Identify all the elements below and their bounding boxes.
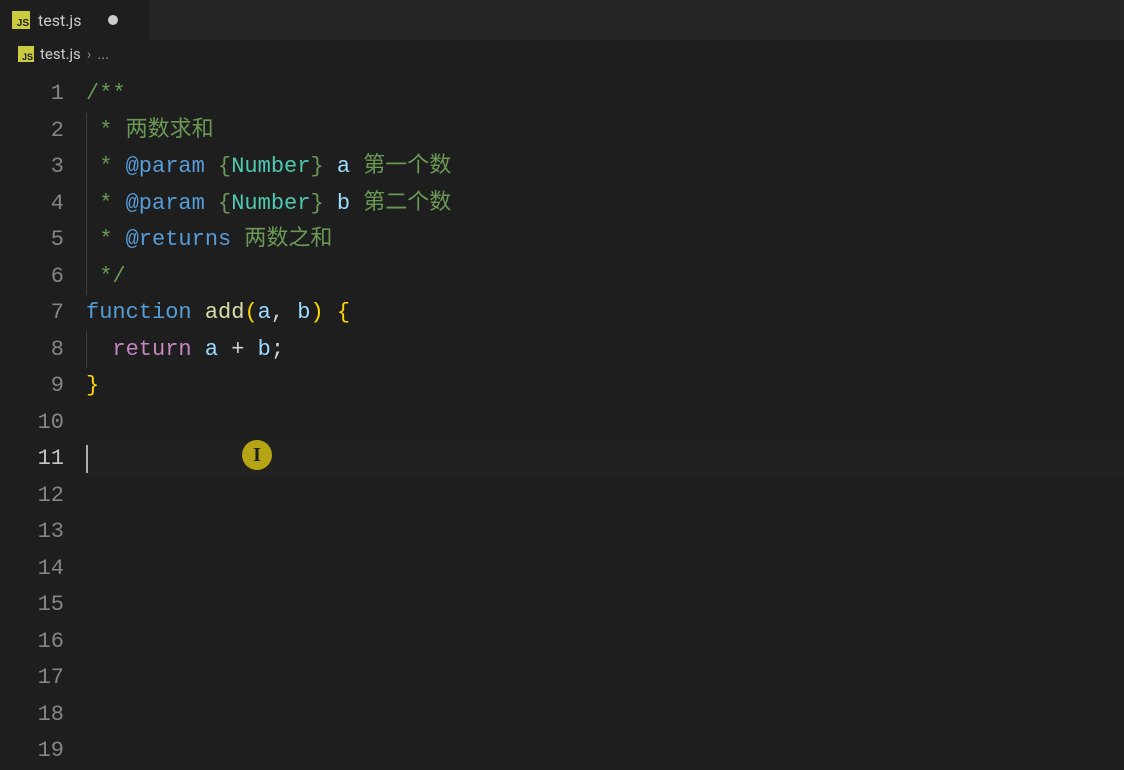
line-number: 4: [0, 186, 64, 223]
caret-indicator-icon: I: [242, 440, 272, 470]
code-line: [86, 733, 1124, 770]
breadcrumb: JS test.js › ...: [0, 40, 1124, 68]
breadcrumb-file[interactable]: test.js: [40, 45, 81, 63]
line-number: 12: [0, 478, 64, 515]
line-number: 15: [0, 587, 64, 624]
code-line: * 两数求和: [86, 113, 1124, 150]
line-number: 11: [0, 441, 64, 478]
line-number: 6: [0, 259, 64, 296]
line-number: 17: [0, 660, 64, 697]
line-number: 3: [0, 149, 64, 186]
code-line: [86, 697, 1124, 734]
code-line: * @param {Number} b 第二个数: [86, 186, 1124, 223]
code-line: * @returns 两数之和: [86, 222, 1124, 259]
line-number: 19: [0, 733, 64, 770]
js-file-icon: JS: [18, 46, 34, 62]
code-line: */: [86, 259, 1124, 296]
tab-bar: JS test.js: [0, 0, 1124, 40]
line-number: 9: [0, 368, 64, 405]
code-line: function add(a, b) {: [86, 295, 1124, 332]
breadcrumb-more[interactable]: ...: [97, 45, 109, 63]
code-line: [86, 514, 1124, 551]
code-area[interactable]: /** * 两数求和 * @param {Number} a 第一个数 * @p…: [86, 76, 1124, 770]
tab-label: test.js: [38, 11, 82, 30]
js-file-icon: JS: [12, 11, 30, 29]
line-number: 10: [0, 405, 64, 442]
line-number: 14: [0, 551, 64, 588]
code-line: }: [86, 368, 1124, 405]
line-number: 5: [0, 222, 64, 259]
dirty-indicator-icon[interactable]: [108, 15, 118, 25]
code-line: /**: [86, 76, 1124, 113]
code-line: * @param {Number} a 第一个数: [86, 149, 1124, 186]
code-line: [86, 660, 1124, 697]
chevron-right-icon: ›: [87, 45, 92, 63]
line-number: 13: [0, 514, 64, 551]
line-number: 2: [0, 113, 64, 150]
code-line: [86, 624, 1124, 661]
code-line: [86, 551, 1124, 588]
text-cursor: [86, 445, 88, 473]
line-number: 8: [0, 332, 64, 369]
line-number: 7: [0, 295, 64, 332]
code-line: [86, 405, 1124, 442]
code-editor[interactable]: 12345678910111213141516171819 /** * 两数求和…: [0, 68, 1124, 770]
tab-test-js[interactable]: JS test.js: [0, 0, 150, 40]
code-line: return a + b;: [86, 332, 1124, 369]
code-line: [86, 478, 1124, 515]
line-number-gutter: 12345678910111213141516171819: [0, 76, 86, 770]
code-line: [86, 587, 1124, 624]
line-number: 1: [0, 76, 64, 113]
line-number: 18: [0, 697, 64, 734]
line-number: 16: [0, 624, 64, 661]
